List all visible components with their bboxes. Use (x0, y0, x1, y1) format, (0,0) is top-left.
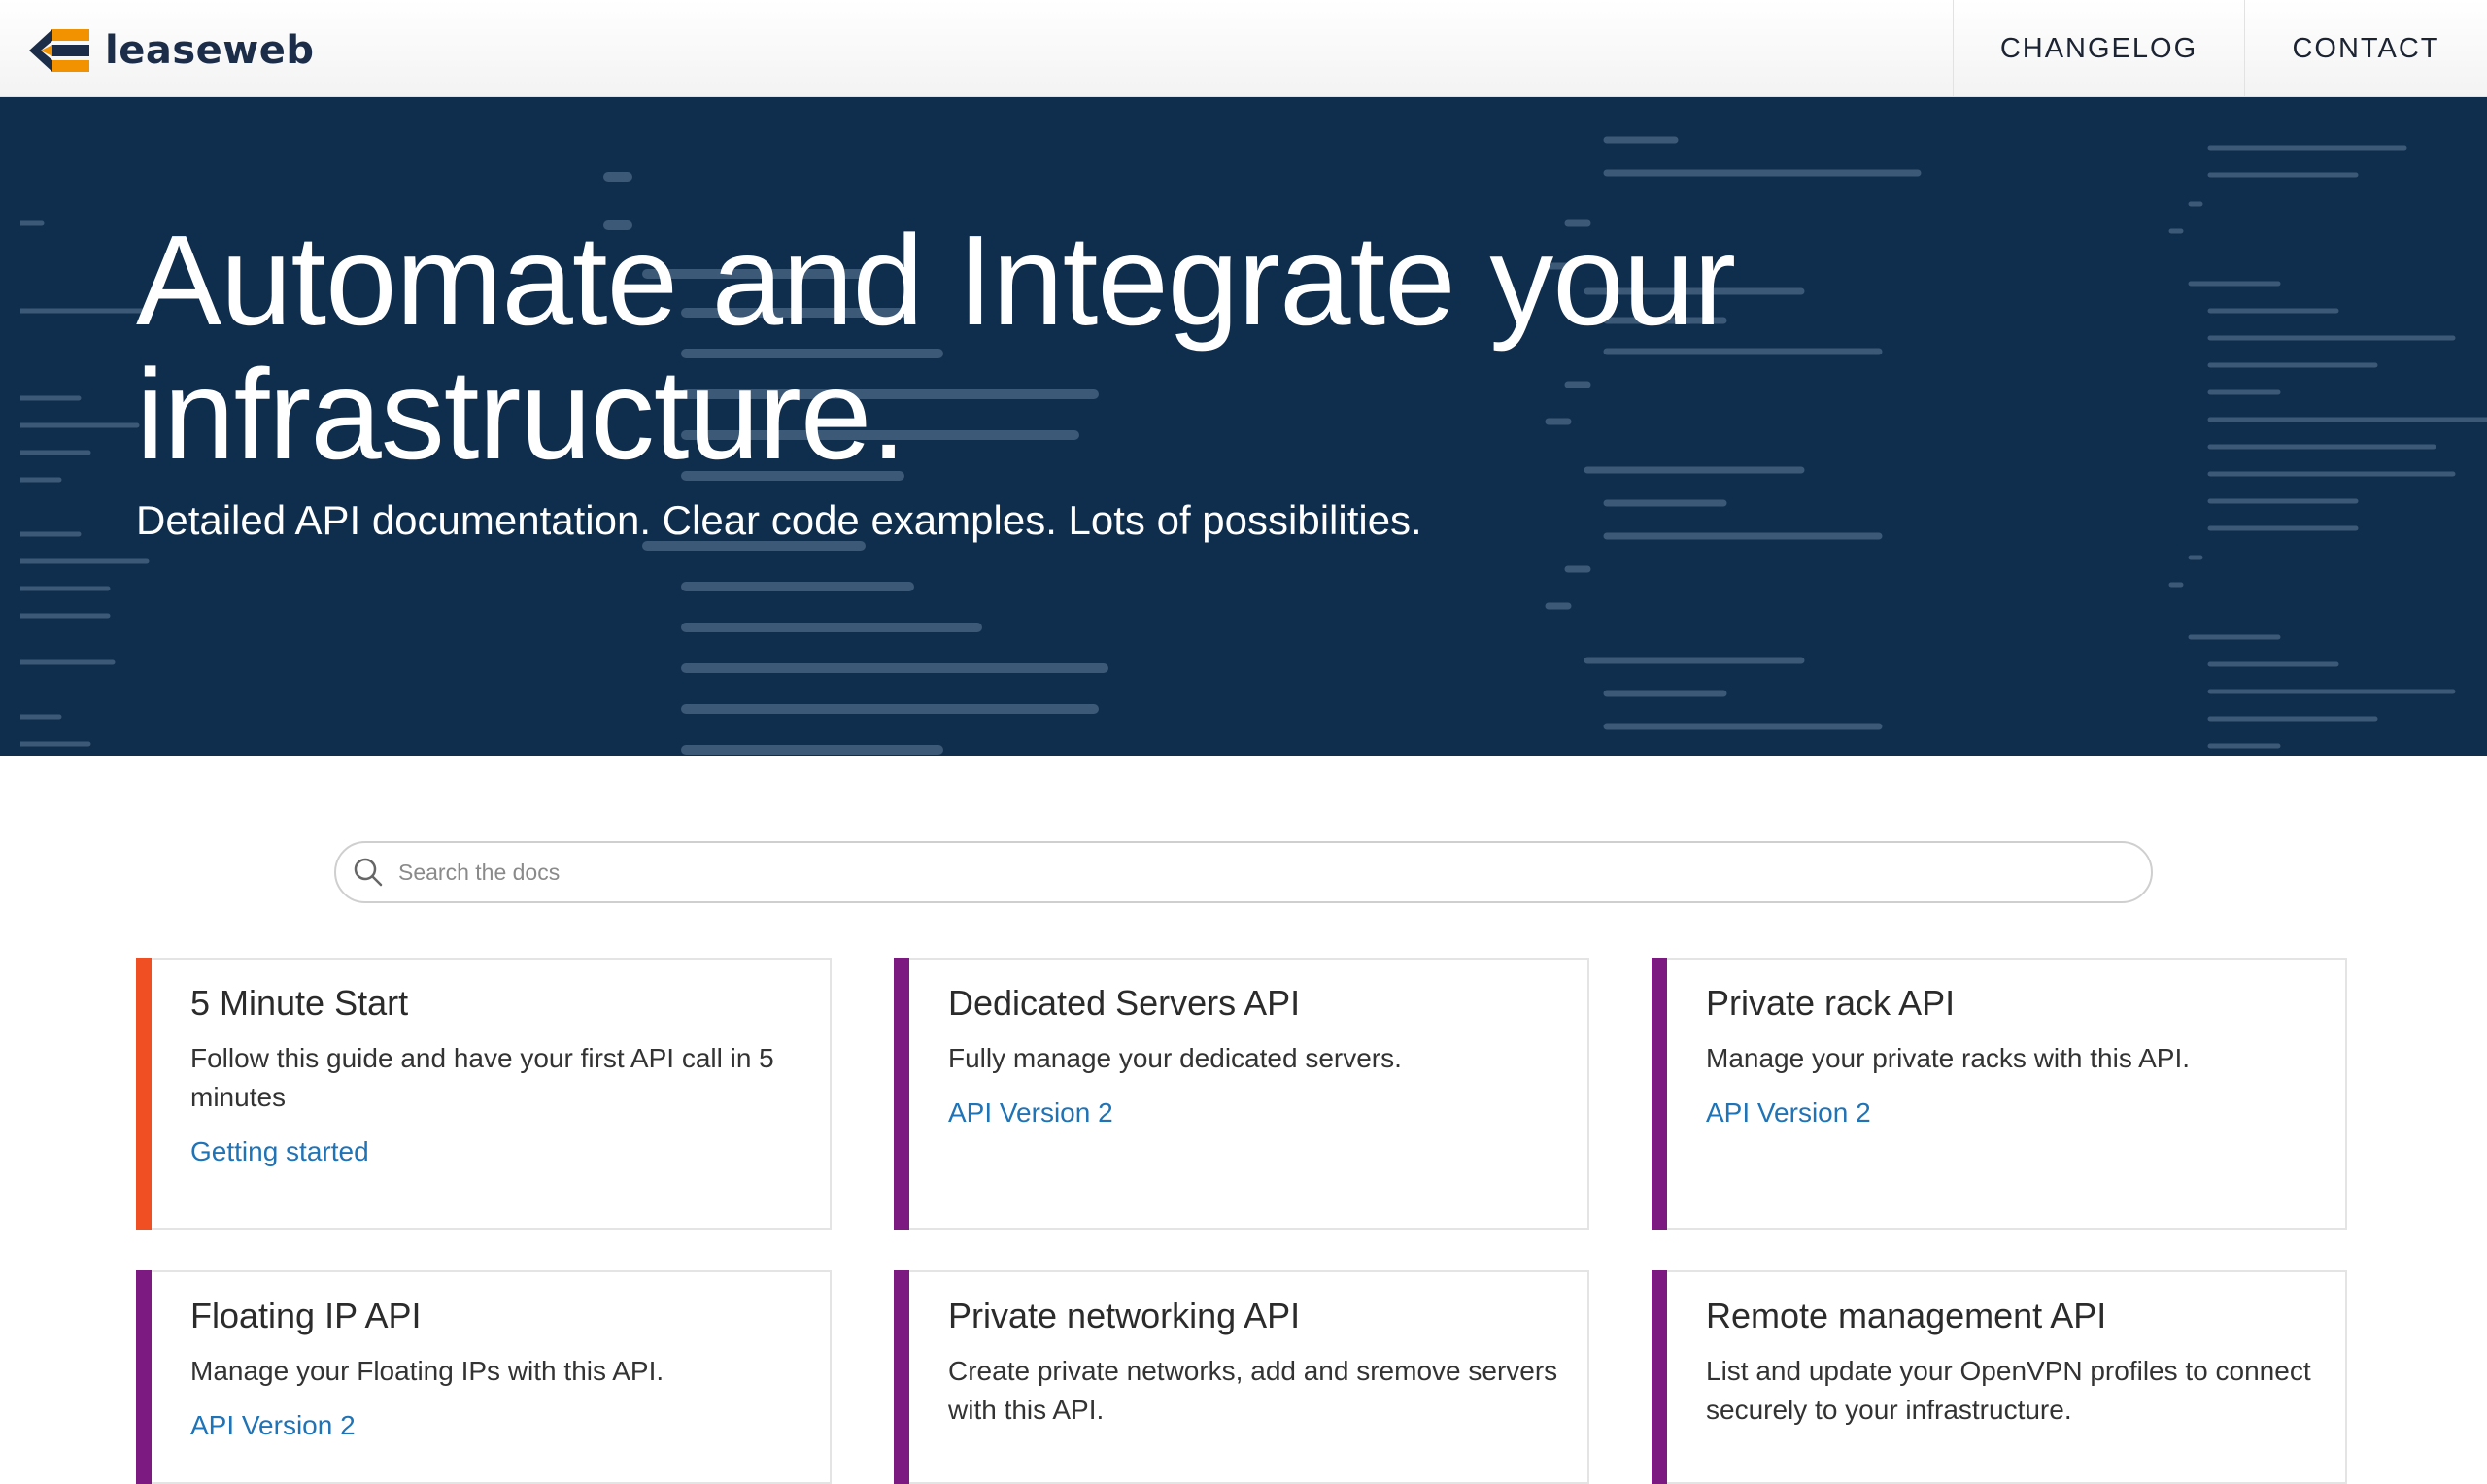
leaseweb-logo-icon (29, 29, 89, 72)
card-description: Fully manage your dedicated servers. (948, 1043, 1402, 1073)
card-description: List and update your OpenVPN profiles to… (1706, 1356, 2311, 1425)
hero-title: Automate and Integrate your infrastructu… (136, 209, 1736, 486)
code-background-decoration-c (2137, 101, 2487, 756)
nav-contact-link[interactable]: CONTACT (2244, 0, 2487, 97)
card-private-rack-api: Private rack API Manage your private rac… (1652, 958, 2347, 1230)
floating-ip-api-v2-link[interactable]: API Version 2 (190, 1410, 356, 1441)
card-description: Follow this guide and have your first AP… (190, 1043, 774, 1112)
card-title: Dedicated Servers API (948, 983, 1301, 1023)
card-accent-bar (1652, 1270, 1667, 1484)
card-accent-bar (1652, 958, 1667, 1230)
card-title: Remote management API (1706, 1296, 2107, 1335)
card-5-minute-start: 5 Minute Start Follow this guide and hav… (136, 958, 832, 1230)
code-pattern-graphic-c (2168, 145, 2487, 749)
getting-started-link[interactable]: Getting started (190, 1136, 369, 1167)
main-nav: CHANGELOG CONTACT (1953, 0, 2487, 97)
private-rack-api-v2-link[interactable]: API Version 2 (1706, 1097, 1871, 1129)
leaseweb-logo-link[interactable]: leaseweb (27, 25, 314, 76)
docs-search-bar[interactable] (334, 841, 2153, 903)
card-remote-management-api: Remote management API List and update yo… (1652, 1270, 2347, 1484)
search-input[interactable] (398, 848, 2128, 896)
logo-text: leaseweb (105, 28, 315, 73)
card-accent-bar (894, 1270, 909, 1484)
nav-changelog-link[interactable]: CHANGELOG (1953, 0, 2244, 97)
hero-banner: Automate and Integrate your infrastructu… (0, 97, 2487, 756)
card-accent-bar (136, 1270, 152, 1484)
card-accent-bar (894, 958, 909, 1230)
top-navigation-bar: leaseweb CHANGELOG CONTACT (0, 0, 2487, 97)
card-accent-bar (136, 958, 152, 1230)
card-floating-ip-api: Floating IP API Manage your Floating IPs… (136, 1270, 832, 1484)
dedicated-servers-api-v2-link[interactable]: API Version 2 (948, 1097, 1113, 1129)
card-dedicated-servers-api: Dedicated Servers API Fully manage your … (894, 958, 1589, 1230)
card-title: 5 Minute Start (190, 983, 409, 1023)
card-description: Create private networks, add and sremove… (948, 1356, 1558, 1425)
card-title: Floating IP API (190, 1296, 422, 1335)
card-title: Private networking API (948, 1296, 1301, 1335)
card-title: Private rack API (1706, 983, 1956, 1023)
hero-subtitle: Detailed API documentation. Clear code e… (136, 497, 1422, 543)
card-private-networking-api: Private networking API Create private ne… (894, 1270, 1589, 1484)
search-icon (354, 858, 383, 887)
card-description: Manage your private racks with this API. (1706, 1043, 2190, 1073)
code-background-decoration-d (0, 175, 156, 756)
card-description: Manage your Floating IPs with this API. (190, 1356, 664, 1386)
